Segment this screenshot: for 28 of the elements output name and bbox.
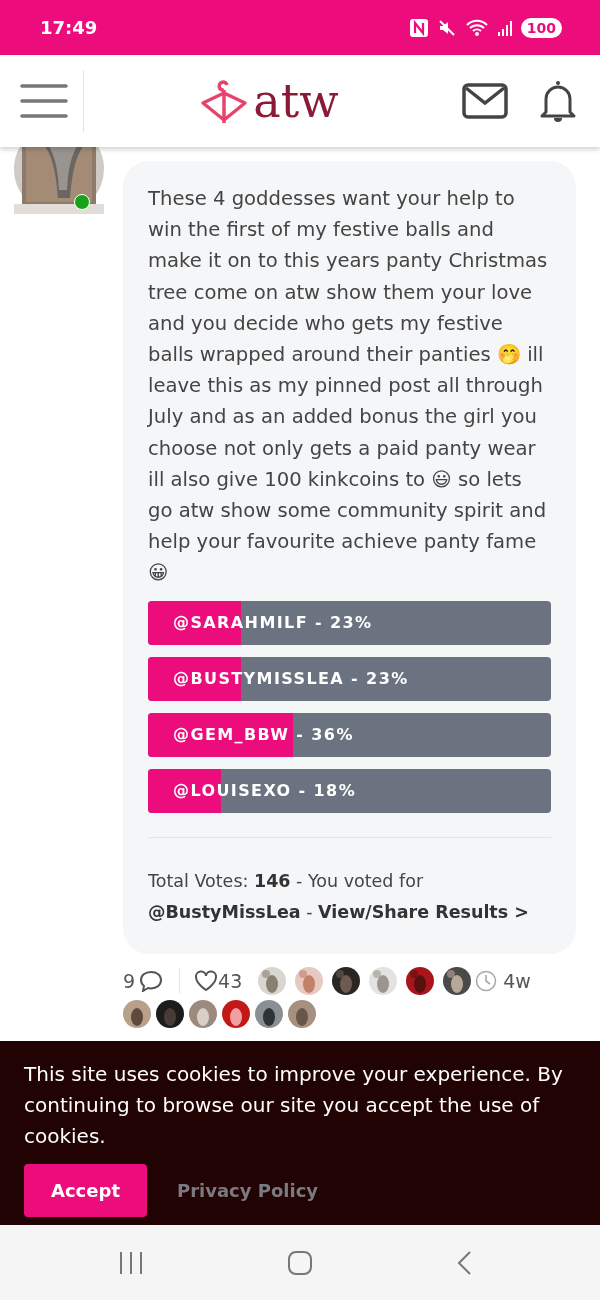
notification-bell-icon[interactable]: [538, 79, 578, 123]
privacy-policy-link[interactable]: Privacy Policy: [177, 1180, 319, 1201]
nfc-icon: [408, 17, 429, 38]
post-age: 4w: [503, 969, 531, 992]
clock-icon: [475, 969, 498, 992]
accept-button[interactable]: Accept: [24, 1164, 147, 1217]
recent-apps-icon[interactable]: [118, 1250, 144, 1275]
site-logo[interactable]: atw: [253, 78, 339, 124]
clock-time: 17:49: [40, 17, 98, 38]
vote-summary: Total Votes: 146 - You voted for @BustyMissLea - View/Share Results >: [148, 869, 530, 924]
menu-icon: [19, 83, 68, 119]
comment-icon[interactable]: [139, 969, 164, 992]
comment-count: 9: [123, 969, 136, 992]
poll-option-label: @SARAHMILF - 23%: [172, 613, 373, 633]
like-count: 43: [218, 969, 243, 992]
cookie-notice: This site uses cookies to improve your experience. By continuing to browse our site you accept the use of cookies.: [24, 1061, 564, 1150]
post-text: These 4 goddesses want your help to win the first of my festive balls and make it on to this years panty Christmas tree come on atw show them your love and you decide who gets my festive balls wrapped around their panties 🤭 ill leave this as my pinned post all through July and as an added bonus the girl you choose not only gets a paid panty wear ill also give 100 kinkcoins to 😃 so lets go atw show some community spirit and help your favourite achieve panty fame 😀: [148, 186, 549, 587]
heart-icon[interactable]: [194, 969, 219, 992]
back-icon[interactable]: [456, 1249, 472, 1276]
mail-icon[interactable]: [462, 83, 508, 119]
results-link[interactable]: View/Share Results >: [318, 901, 529, 922]
poll-option-label: @GEM_BBW - 36%: [172, 725, 354, 745]
home-icon[interactable]: [287, 1249, 313, 1276]
poll-option[interactable]: @SARAHMILF - 23%: [148, 600, 551, 645]
wifi-icon: [464, 17, 489, 38]
mute-icon: [436, 17, 457, 38]
poll-option[interactable]: @GEM_BBW - 36%: [148, 712, 551, 757]
battery-level: 100: [520, 17, 562, 38]
